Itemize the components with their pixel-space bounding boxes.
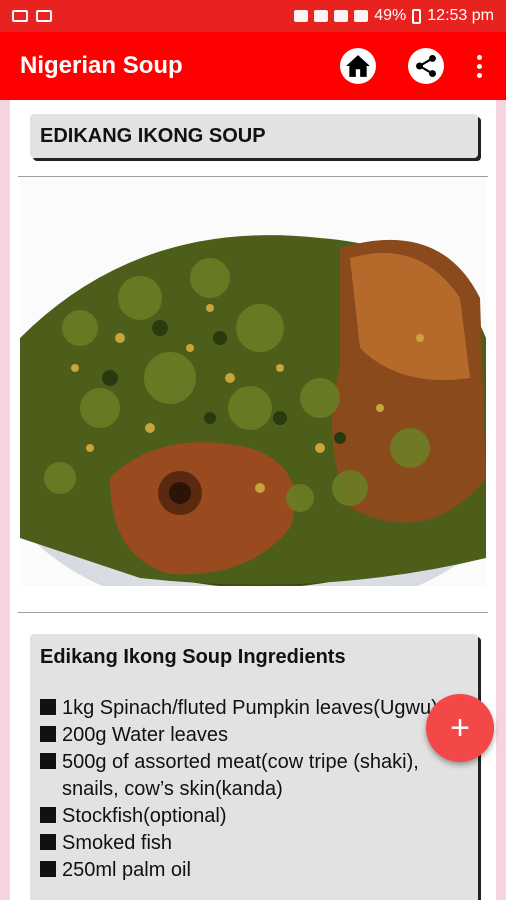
ingredient-item: 500g of assorted meat(cow tripe (shaki),… (40, 749, 468, 803)
soup-image (20, 178, 486, 586)
notification-icons (12, 10, 52, 22)
add-fab-button[interactable]: + (426, 694, 494, 762)
soup-photo (20, 178, 486, 586)
ingredients-card: Edikang Ikong Soup Ingredients 1kg Spina… (30, 634, 478, 900)
bullet-square-icon (40, 753, 56, 769)
recipe-content: EDIKANG IKONG SOUP Edikang Ikong Soup In… (10, 100, 496, 900)
battery-percent: 49% (374, 7, 407, 24)
app-bar: Nigerian Soup (0, 32, 506, 100)
ingredient-item: Stockfish(optional) (40, 803, 468, 830)
recipe-title: EDIKANG IKONG SOUP (40, 124, 266, 147)
home-button[interactable] (340, 48, 376, 84)
vibrate-icon (314, 10, 329, 22)
ingredient-item: Smoked fish (40, 830, 468, 857)
mail-notification-icon (36, 10, 52, 22)
share-icon (416, 54, 436, 78)
signal-icon (354, 10, 369, 22)
wifi-icon (334, 10, 349, 22)
ingredient-item: 200g Water leaves (40, 722, 468, 749)
status-bar: 49% 12:53 pm (0, 0, 506, 32)
share-button[interactable] (408, 48, 444, 84)
ingredient-item: 250ml palm oil (40, 857, 468, 884)
plus-icon: + (450, 709, 470, 747)
ingredient-item: 1kg Spinach/fluted Pumpkin leaves(Ugwu) (40, 695, 468, 722)
bullet-square-icon (40, 861, 56, 877)
ingredients-heading: Edikang Ikong Soup Ingredients (40, 646, 346, 668)
home-icon (346, 55, 370, 77)
bullet-square-icon (40, 834, 56, 850)
gallery-notification-icon (12, 10, 28, 22)
clock: 12:53 pm (427, 7, 494, 24)
alarm-icon (294, 10, 309, 22)
bullet-square-icon (40, 807, 56, 823)
bullet-square-icon (40, 699, 56, 715)
bullet-square-icon (40, 726, 56, 742)
battery-icon (412, 8, 422, 24)
divider (18, 176, 488, 177)
app-title: Nigerian Soup (20, 52, 183, 79)
recipe-title-card: EDIKANG IKONG SOUP (30, 114, 478, 158)
system-icons: 49% 12:53 pm (294, 7, 494, 25)
more-vert-icon[interactable] (476, 54, 482, 78)
divider (18, 612, 488, 613)
